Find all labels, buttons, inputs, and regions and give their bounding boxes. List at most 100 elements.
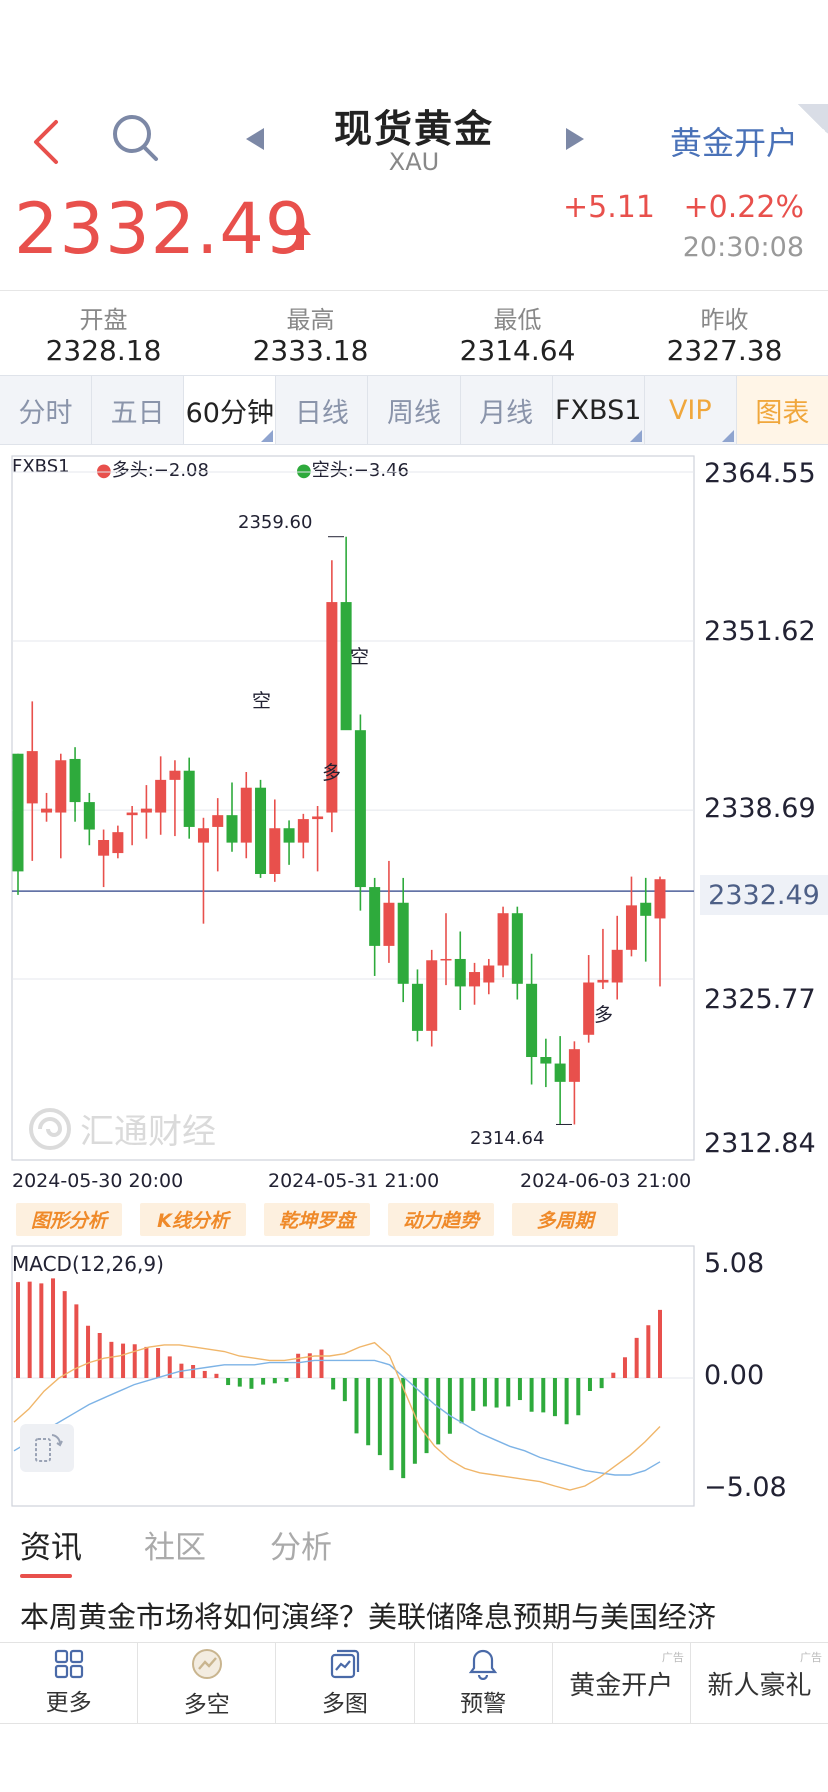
bull-bear-label: 多空 xyxy=(183,1692,230,1718)
candle-body xyxy=(625,905,637,950)
watermark-text: 汇通财经 xyxy=(80,1112,216,1152)
candle-body xyxy=(411,983,423,1031)
candle-body xyxy=(583,982,595,1035)
watermark: 汇通财经 xyxy=(28,1104,216,1153)
macd-title: MACD(12,26,9) xyxy=(12,1252,164,1276)
logo-swirl-icon xyxy=(29,1107,71,1150)
candle-body xyxy=(240,787,252,843)
candle-body xyxy=(312,816,324,820)
bell-icon xyxy=(468,1649,498,1680)
candle-body xyxy=(511,913,523,984)
trend-circle-icon xyxy=(191,1649,222,1679)
candle-body xyxy=(426,960,438,1031)
macd-frame xyxy=(11,1245,695,1507)
active-tab-indicator xyxy=(20,1574,72,1578)
candle-body xyxy=(483,965,495,983)
y-label: 2325.77 xyxy=(704,984,816,1015)
multi-chart-button[interactable]: 多图 xyxy=(276,1643,415,1723)
tab-news[interactable]: 资讯 xyxy=(20,1522,82,1567)
ad-tag: 广告 xyxy=(800,1651,823,1664)
candle-body xyxy=(469,972,481,987)
candle-body xyxy=(354,730,366,888)
y-label: 2338.69 xyxy=(704,793,816,824)
bottom-open-account-label: 黄金开户 xyxy=(569,1670,674,1701)
x-date-label: 2024-05-30 20:00 xyxy=(12,1170,184,1192)
bottom-toolbar: 更多 多空 多图 预警 广告 黄金开户 广告 新人豪礼 xyxy=(0,1642,828,1724)
signal-marker: 多 xyxy=(594,1004,614,1026)
candle-body xyxy=(69,758,81,803)
candle-body xyxy=(526,983,538,1058)
candle-body xyxy=(540,1057,552,1064)
candle-body xyxy=(611,949,623,983)
analysis-compass-button[interactable]: 乾坤罗盘 xyxy=(264,1203,370,1236)
rotate-screen-icon xyxy=(35,1434,63,1462)
candle-body xyxy=(640,902,652,916)
more-label: 更多 xyxy=(45,1690,92,1716)
candle-body xyxy=(654,879,666,919)
signal-marker: 空 xyxy=(350,646,370,668)
alert-label: 预警 xyxy=(460,1691,507,1717)
ad-tag: 广告 xyxy=(661,1651,684,1664)
multi-chart-label: 多图 xyxy=(321,1691,368,1717)
candle-body xyxy=(41,808,53,813)
last-price-tag: 2332.49 xyxy=(700,875,828,915)
candle-body xyxy=(197,828,209,843)
y-label: 2312.84 xyxy=(704,1128,816,1159)
alert-button[interactable]: 预警 xyxy=(415,1643,553,1723)
more-button[interactable]: 更多 xyxy=(0,1643,139,1723)
signal-marker: 多 xyxy=(322,762,342,784)
signal-marker: 空 xyxy=(252,690,272,712)
candle-body xyxy=(226,815,238,843)
rotate-button[interactable] xyxy=(20,1424,74,1472)
macd-y-label: 5.08 xyxy=(704,1248,765,1279)
macd-y-label: −5.08 xyxy=(704,1472,787,1503)
analysis-pattern-button[interactable]: 图形分析 xyxy=(16,1203,122,1236)
candle-body xyxy=(497,913,509,966)
candle-body xyxy=(397,902,409,984)
candle-body xyxy=(140,808,152,813)
newcomer-gift-button[interactable]: 广告 新人豪礼 xyxy=(691,1643,828,1723)
low-label: 2314.64 xyxy=(470,1128,545,1149)
candle-body xyxy=(283,828,295,843)
candle-body xyxy=(26,751,38,804)
candle-body xyxy=(597,979,609,983)
candle-body xyxy=(155,779,167,813)
candle-body xyxy=(269,828,281,874)
candle-body xyxy=(255,787,267,874)
multi-chart-icon xyxy=(330,1649,360,1679)
analysis-kline-button[interactable]: K线分析 xyxy=(140,1203,246,1236)
candle-body xyxy=(383,902,395,946)
high-label: 2359.60 xyxy=(238,512,313,533)
tab-community[interactable]: 社区 xyxy=(144,1522,206,1567)
newcomer-gift-label: 新人豪礼 xyxy=(707,1670,812,1701)
candle-body xyxy=(98,840,110,856)
y-label: 2364.55 xyxy=(704,458,816,489)
candle-body xyxy=(554,1063,566,1082)
candle-body xyxy=(55,760,67,813)
tab-analysis[interactable]: 分析 xyxy=(270,1522,332,1567)
x-date-label: 2024-05-31 21:00 xyxy=(268,1170,440,1192)
grid-icon xyxy=(54,1649,83,1679)
y-label: 2351.62 xyxy=(704,616,816,647)
x-date-label: 2024-06-03 21:00 xyxy=(520,1170,692,1192)
chart-frame xyxy=(11,455,695,1161)
candle-body xyxy=(112,832,124,854)
candle-body xyxy=(169,770,181,780)
candle-body xyxy=(369,887,381,946)
news-headline[interactable]: 本周黄金市场将如何演绎？美联储降息预期与美国经济 xyxy=(20,1594,820,1636)
candle-body xyxy=(454,958,466,987)
bottom-open-account-button[interactable]: 广告 黄金开户 xyxy=(553,1643,691,1723)
candle-body xyxy=(12,753,24,872)
last-price-label: 2332.49 xyxy=(708,879,820,911)
candle-body xyxy=(297,819,309,843)
candle-body xyxy=(126,812,138,816)
macd-y-label: 0.00 xyxy=(704,1360,765,1391)
analysis-momentum-button[interactable]: 动力趋势 xyxy=(388,1203,494,1236)
candle-body xyxy=(212,815,224,827)
candle-body xyxy=(568,1049,580,1082)
candle-body xyxy=(83,802,95,830)
analysis-multiperiod-button[interactable]: 多周期 xyxy=(512,1203,618,1236)
bull-bear-button[interactable]: 多空 xyxy=(138,1643,277,1723)
candle-body xyxy=(440,958,452,961)
candle-body xyxy=(183,770,195,827)
